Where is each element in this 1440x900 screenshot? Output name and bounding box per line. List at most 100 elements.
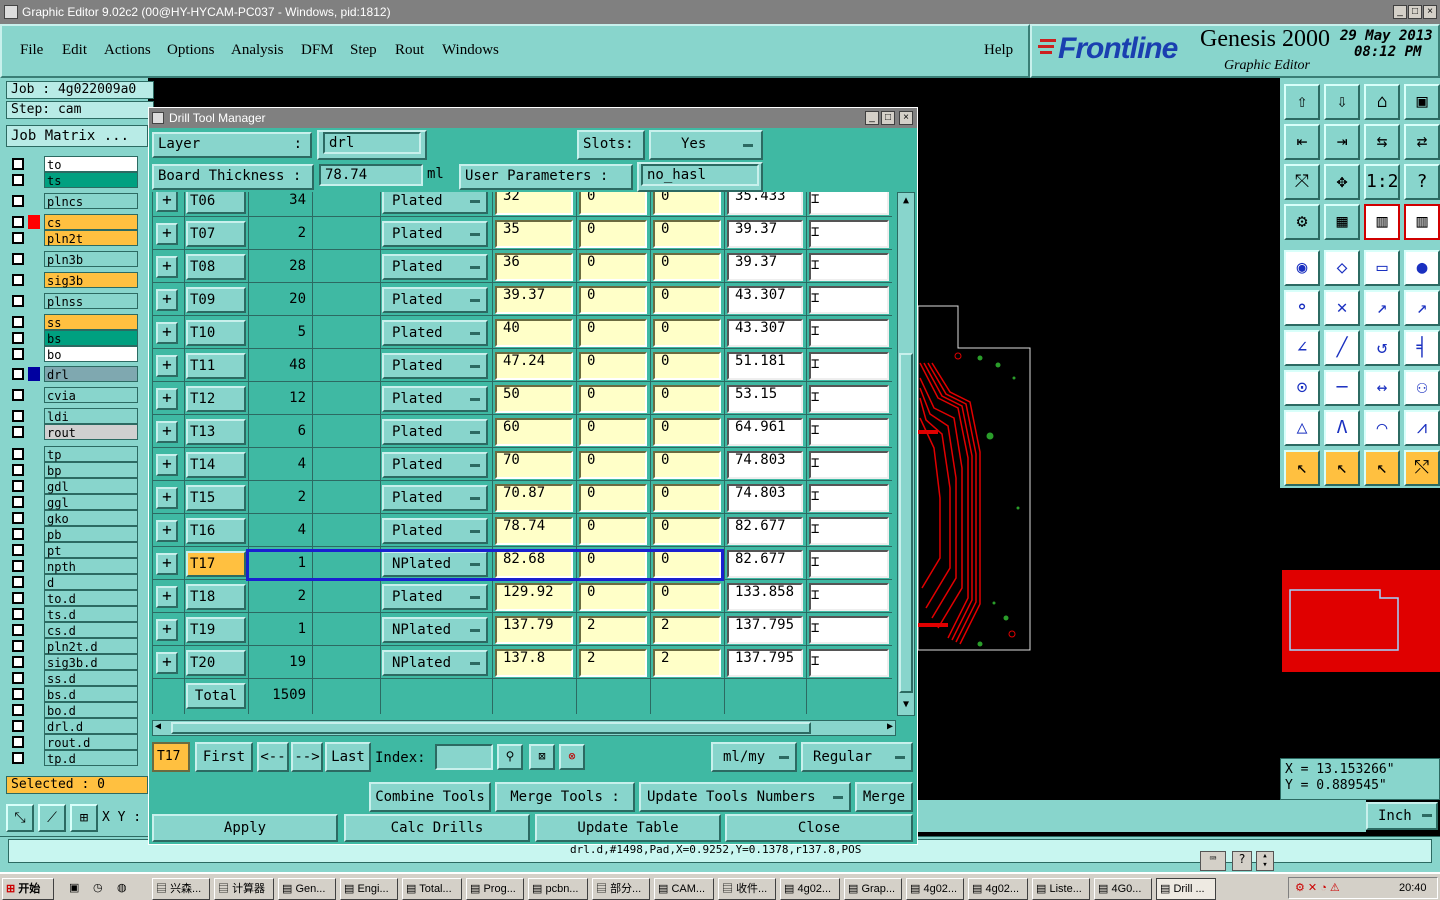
tool-type-dropdown[interactable]: Plated [382,192,488,214]
tol-plus-input[interactable]: 0 [579,220,647,248]
index-input[interactable] [435,744,493,770]
layer-row[interactable]: pt [10,542,138,558]
fan-icon[interactable]: ⩘ [1404,410,1440,446]
angle-icon[interactable]: ∠ [1284,330,1320,366]
line-end-icon[interactable]: ↗ [1404,290,1440,326]
expand-row-icon[interactable]: + [156,322,178,344]
taskbar-item[interactable]: ▤ 计算器 [214,878,274,900]
drill-size-input[interactable]: 32 [495,192,573,215]
measure-icon[interactable]: ⟋ [38,804,66,832]
layer-row[interactable]: d [10,574,138,590]
layer-name[interactable]: sig3b [44,272,138,288]
layer-row[interactable]: plncs [10,193,138,209]
tol-minus-input[interactable]: 0 [653,583,721,611]
user-parameters-input[interactable]: no_hasl [641,164,759,186]
layer-row[interactable]: bo [10,346,138,362]
layer-name[interactable]: rout [44,424,138,440]
scroll-left-icon[interactable]: ◀ [155,721,161,732]
peak-icon[interactable]: Λ [1324,410,1360,446]
dimension-icon[interactable]: ↔ [1364,370,1400,406]
layer-checkbox[interactable] [12,389,24,401]
tool-type-dropdown[interactable]: Plated [382,485,488,511]
taskbar-item[interactable]: ▤ Gen... [278,878,336,900]
extra-input[interactable]: ⌶ [809,451,889,479]
drill-size-input[interactable]: 137.79 [495,616,573,644]
layer-checkbox[interactable] [12,736,24,748]
first-button[interactable]: First [195,742,253,772]
expand-row-icon[interactable]: + [156,652,178,674]
layer-row[interactable]: bp [10,462,138,478]
tol-plus-input[interactable]: 0 [579,583,647,611]
board-thickness-input[interactable]: 78.74 [319,164,423,186]
extra-input[interactable]: ⌶ [809,583,889,611]
dialog-maximize-button[interactable]: □ [881,111,895,125]
tol-plus-input[interactable]: 0 [579,253,647,281]
expand-row-icon[interactable]: + [156,553,178,575]
spin-icon[interactable]: ▴ ▾ [1256,851,1274,871]
fit-screen-icon[interactable]: ⤧ [1284,164,1320,200]
layer-checkbox[interactable] [12,560,24,572]
layer-name[interactable]: gko [44,510,138,526]
drill-size-input[interactable]: 137.8 [495,649,573,677]
minimize-button[interactable]: _ [1393,5,1407,19]
tool-type-dropdown[interactable]: NPlated [382,617,488,643]
drill-size-input[interactable]: 47.24 [495,352,573,380]
finish-size-input[interactable]: 35.433 [727,192,803,215]
extra-input[interactable]: ⌶ [809,253,889,281]
layer-checkbox[interactable] [12,426,24,438]
tool-type-dropdown[interactable]: Plated [382,320,488,346]
taskbar-item[interactable]: ▤ Drill ... [1156,878,1216,900]
drill-size-input[interactable]: 129.92 [495,583,573,611]
start-button[interactable]: ⊞ 开始 [2,878,54,900]
maximize-button[interactable]: □ [1408,5,1422,19]
extra-input[interactable]: ⌶ [809,352,889,380]
drill-size-input[interactable]: 35 [495,220,573,248]
tol-minus-input[interactable]: 0 [653,385,721,413]
edit-shape-icon[interactable]: ◇ [1324,250,1360,286]
layer-checkbox[interactable] [12,410,24,422]
extra-input[interactable]: ⌶ [809,418,889,446]
menu-actions[interactable]: Actions [104,42,151,59]
finish-size-input[interactable]: 43.307 [727,286,803,314]
tol-minus-input[interactable]: 2 [653,616,721,644]
expand-row-icon[interactable]: + [156,421,178,443]
finish-size-input[interactable]: 82.677 [727,517,803,545]
layer-name[interactable]: pt [44,542,138,558]
units-selector[interactable]: ml/my [711,742,797,772]
tol-minus-input[interactable]: 0 [653,418,721,446]
expand-row-icon[interactable]: + [156,256,178,278]
tol-minus-input[interactable]: 0 [653,517,721,545]
zoom-area-icon[interactable]: ⤡ [6,804,34,832]
layer-name[interactable]: tp [44,446,138,462]
menu-file[interactable]: File [20,42,43,59]
layer-name[interactable]: plnss [44,293,138,309]
zoom-center-icon[interactable]: ✥ [1324,164,1360,200]
layer-checkbox[interactable] [12,332,24,344]
tool-type-dropdown[interactable]: Plated [382,353,488,379]
drill-size-input[interactable]: 70 [495,451,573,479]
scale-icon[interactable]: 1:2 [1364,164,1400,200]
expand-row-icon[interactable]: + [156,289,178,311]
finish-size-input[interactable]: 137.795 [727,616,803,644]
help-query-icon[interactable]: ? [1404,164,1440,200]
home-icon[interactable]: ⌂ [1364,84,1400,120]
layer-row[interactable]: cvia [10,387,138,403]
layer-row[interactable]: bo.d [10,702,138,718]
table-hscrollbar[interactable]: ◀ ▶ [152,720,896,736]
tool-type-dropdown[interactable]: Plated [382,287,488,313]
layer-name[interactable]: gdl [44,478,138,494]
layer-checkbox[interactable] [12,480,24,492]
layer-row[interactable]: ggl [10,494,138,510]
layer-checkbox[interactable] [12,640,24,652]
finish-size-input[interactable]: 74.803 [727,484,803,512]
circle-icon[interactable]: ● [1404,250,1440,286]
tool-type-dropdown[interactable]: NPlated [382,650,488,676]
tol-minus-input[interactable]: 2 [653,649,721,677]
layer-blue-icon[interactable]: ▥ [1404,204,1440,240]
tool-type-dropdown[interactable]: Plated [382,221,488,247]
layer-checkbox[interactable] [12,752,24,764]
layer-row[interactable]: ss.d [10,670,138,686]
finish-size-input[interactable]: 39.37 [727,253,803,281]
last-button[interactable]: Last [325,742,371,772]
tol-minus-input[interactable]: 0 [653,253,721,281]
